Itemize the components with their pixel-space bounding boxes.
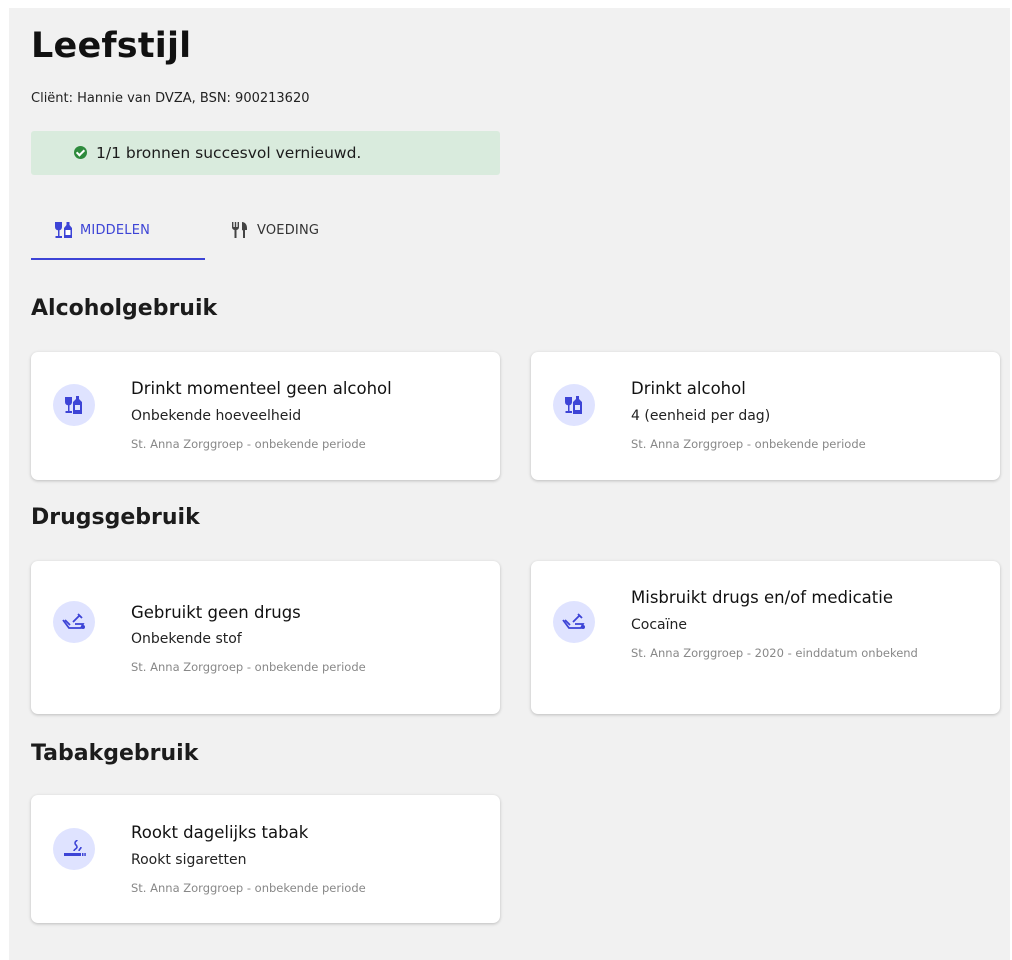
card-drugs-abuse[interactable]: Misbruikt drugs en/of medicatie Cocaïne … xyxy=(531,561,1000,714)
client-info: Cliënt: Hannie van DVZA, BSN: 900213620 xyxy=(31,91,310,106)
card-meta: St. Anna Zorggroep - onbekende periode xyxy=(131,437,366,451)
card-subtitle: Onbekende hoeveelheid xyxy=(131,408,302,424)
card-meta: St. Anna Zorggroep - onbekende periode xyxy=(131,881,366,895)
card-subtitle: Onbekende stof xyxy=(131,631,242,647)
page-title: Leefstijl xyxy=(31,26,192,66)
cutlery-icon xyxy=(231,222,247,238)
bottle-glass-icon xyxy=(55,222,72,238)
card-title: Rookt dagelijks tabak xyxy=(131,823,309,842)
success-alert: 1/1 bronnen succesvol vernieuwd. xyxy=(31,131,500,175)
alcohol-icon xyxy=(53,384,95,426)
tab-middelen-label: MIDDELEN xyxy=(80,222,151,238)
card-tabak-daily[interactable]: Rookt dagelijks tabak Rookt sigaretten S… xyxy=(31,795,500,923)
section-title-alcohol: Alcoholgebruik xyxy=(31,296,218,321)
card-title: Drinkt momenteel geen alcohol xyxy=(131,379,392,398)
tab-voeding[interactable]: VOEDING xyxy=(231,202,319,258)
card-alcohol-none[interactable]: Drinkt momenteel geen alcohol Onbekende … xyxy=(31,352,500,480)
card-drugs-none[interactable]: Gebruikt geen drugs Onbekende stof St. A… xyxy=(31,561,500,714)
active-tab-indicator xyxy=(31,258,205,260)
card-subtitle: Cocaïne xyxy=(631,617,687,633)
drugs-icon xyxy=(553,601,595,643)
card-title: Gebruikt geen drugs xyxy=(131,603,301,622)
card-title: Misbruikt drugs en/of medicatie xyxy=(631,588,894,607)
section-title-tabak: Tabakgebruik xyxy=(31,741,199,766)
page: Leefstijl Cliënt: Hannie van DVZA, BSN: … xyxy=(9,8,1010,960)
cigarette-icon xyxy=(53,828,95,870)
section-title-drugs: Drugsgebruik xyxy=(31,505,200,530)
tab-voeding-label: VOEDING xyxy=(257,222,320,238)
card-alcohol-drinks[interactable]: Drinkt alcohol 4 (eenheid per dag) St. A… xyxy=(531,352,1000,480)
card-meta: St. Anna Zorggroep - onbekende periode xyxy=(631,437,866,451)
check-circle-icon xyxy=(74,146,87,159)
alert-text: 1/1 bronnen succesvol vernieuwd. xyxy=(96,144,362,162)
card-subtitle: 4 (eenheid per dag) xyxy=(631,408,771,424)
tab-bar: MIDDELEN VOEDING xyxy=(31,202,551,260)
drugs-icon xyxy=(53,601,95,643)
alcohol-icon xyxy=(553,384,595,426)
tab-middelen[interactable]: MIDDELEN xyxy=(31,202,205,258)
card-subtitle: Rookt sigaretten xyxy=(131,852,247,868)
card-title: Drinkt alcohol xyxy=(631,379,746,398)
card-meta: St. Anna Zorggroep - 2020 - einddatum on… xyxy=(631,646,918,660)
card-meta: St. Anna Zorggroep - onbekende periode xyxy=(131,660,366,674)
